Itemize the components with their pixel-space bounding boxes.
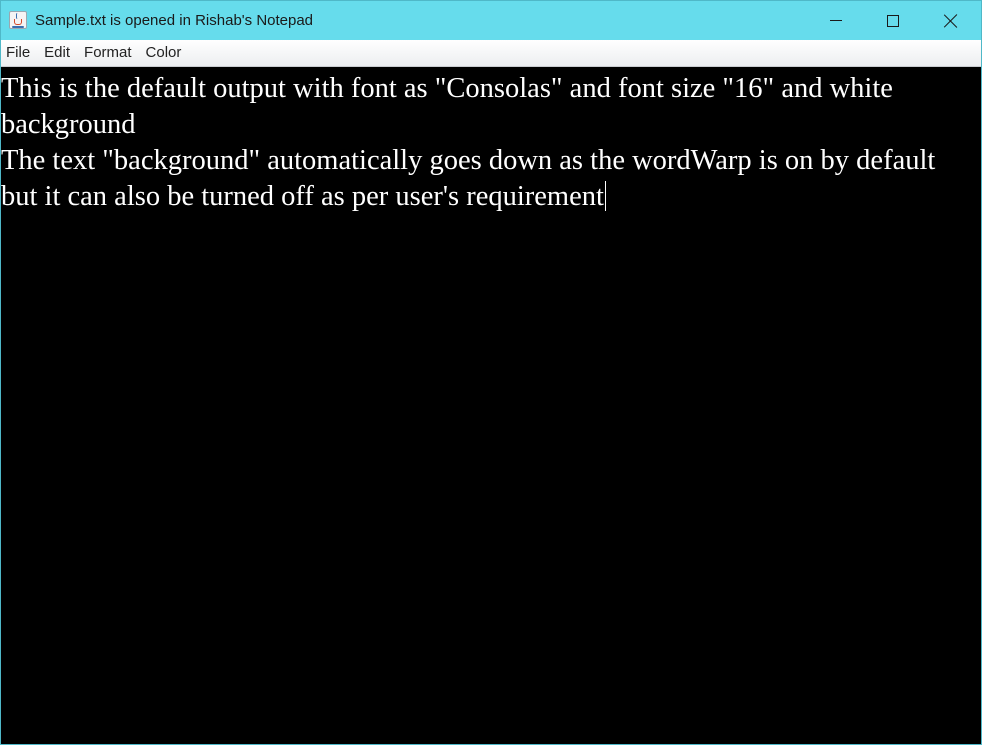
minimize-button[interactable] <box>807 1 865 40</box>
notepad-window: Sample.txt is opened in Rishab's Notepad… <box>0 0 982 745</box>
java-cup-icon <box>9 11 27 29</box>
menu-format[interactable]: Format <box>77 40 139 66</box>
menu-file[interactable]: File <box>1 40 37 66</box>
minimize-icon <box>830 20 842 21</box>
editor-line-last: but it can also be turned off as per use… <box>1 179 981 215</box>
menu-edit[interactable]: Edit <box>37 40 77 66</box>
maximize-icon <box>887 14 899 27</box>
text-caret <box>604 181 606 211</box>
menu-bar: File Edit Format Color <box>1 40 981 67</box>
menu-color[interactable]: Color <box>139 40 189 66</box>
close-icon <box>944 14 958 28</box>
editor-line: background <box>1 109 136 140</box>
editor-line: The text "background" automatically goes… <box>1 145 936 176</box>
title-bar[interactable]: Sample.txt is opened in Rishab's Notepad <box>1 1 981 40</box>
maximize-button[interactable] <box>864 1 922 40</box>
editor-line: This is the default output with font as … <box>1 73 893 104</box>
text-editor-area[interactable]: This is the default output with font as … <box>1 68 981 744</box>
window-title: Sample.txt is opened in Rishab's Notepad <box>35 12 314 29</box>
close-button[interactable] <box>922 1 980 40</box>
editor-line-text: but it can also be turned off as per use… <box>1 181 604 212</box>
